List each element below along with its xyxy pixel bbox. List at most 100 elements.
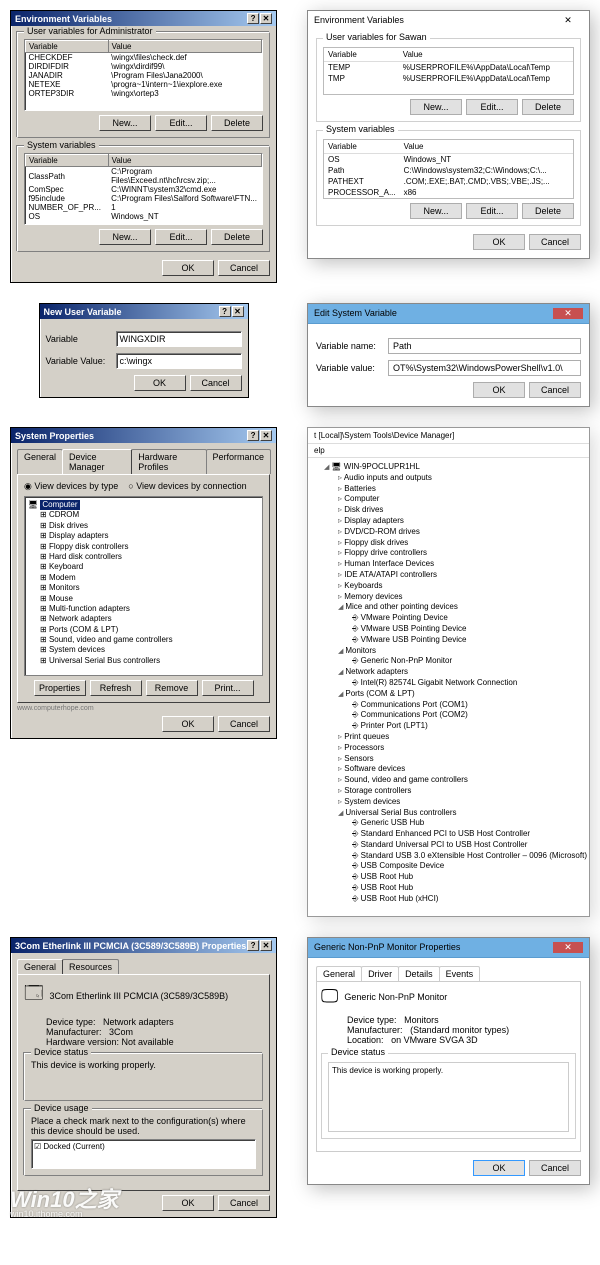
new-button[interactable]: New...	[99, 115, 151, 131]
close-icon[interactable]: ✕	[260, 13, 272, 24]
tree-item[interactable]: ⎆ Printer Port (LPT1)	[352, 721, 587, 732]
tree-item[interactable]: ⎆ VMware USB Pointing Device	[352, 635, 587, 646]
tree-item[interactable]: Keyboards	[338, 581, 587, 592]
table-row[interactable]: ORTEP3DIR\wingx\ortep3	[26, 89, 262, 98]
delete-button[interactable]: Delete	[211, 229, 263, 245]
tree-item[interactable]: Floppy disk controllers	[40, 542, 259, 552]
tree-item[interactable]: ⎆ VMware USB Pointing Device	[352, 624, 587, 635]
tree-item[interactable]: ⎆ USB Root Hub	[352, 872, 587, 883]
tree-item[interactable]: ⎆ Standard Universal PCI to USB Host Con…	[352, 840, 587, 851]
edit-button[interactable]: Edit...	[466, 99, 518, 115]
tree-item[interactable]: Storage controllers	[338, 786, 587, 797]
tree-item[interactable]: Print queues	[338, 732, 587, 743]
close-icon[interactable]: ✕	[553, 942, 583, 953]
usage-checkbox[interactable]: ☑ Docked (Current)	[34, 1142, 105, 1151]
tab-resources[interactable]: Resources	[62, 959, 119, 974]
new-button[interactable]: New...	[410, 203, 462, 219]
tree-item[interactable]: Disk drives	[40, 521, 259, 531]
properties-button[interactable]: Properties	[34, 680, 86, 696]
table-row[interactable]: TEMP%USERPROFILE%\AppData\Local\Temp	[324, 62, 573, 74]
tab-general[interactable]: General	[316, 966, 362, 981]
edit-button[interactable]: Edit...	[466, 203, 518, 219]
table-row[interactable]: JANADIR\Program Files\Jana2000\	[26, 71, 262, 80]
tree-item[interactable]: Mice and other pointing devices⎆ VMware …	[338, 602, 587, 645]
tab-details[interactable]: Details	[398, 966, 440, 981]
tree-item[interactable]: ⎆ USB Root Hub (xHCI)	[352, 894, 587, 905]
table-row[interactable]: f95includeC:\Program Files\Salford Softw…	[26, 194, 262, 203]
cancel-button[interactable]: Cancel	[218, 260, 270, 276]
tab-events[interactable]: Events	[439, 966, 481, 981]
ok-button[interactable]: OK	[473, 234, 525, 250]
delete-button[interactable]: Delete	[522, 203, 574, 219]
device-tree[interactable]: 🖥 Computer CDROMDisk drivesDisplay adapt…	[24, 496, 263, 676]
tree-item[interactable]: ⎆ Standard USB 3.0 eXtensible Host Contr…	[352, 851, 587, 862]
close-icon[interactable]: ✕	[260, 940, 272, 951]
table-row[interactable]: ClassPathC:\Program Files\Exceed.nt\hcl\…	[26, 167, 262, 186]
ok-button[interactable]: OK	[134, 375, 186, 391]
var-value-input[interactable]: OT%\System32\WindowsPowerShell\v1.0\	[388, 360, 581, 376]
tree-item[interactable]: Processors	[338, 743, 587, 754]
tab-performance[interactable]: Performance	[206, 449, 272, 474]
tree-item[interactable]: Network adapters	[40, 614, 259, 624]
table-row[interactable]: NUMBER_OF_PR...1	[26, 203, 262, 212]
tree-item[interactable]: Sound, video and game controllers	[338, 775, 587, 786]
tree-item[interactable]: ⎆ USB Composite Device	[352, 861, 587, 872]
table-row[interactable]: OSWindows_NT	[324, 154, 573, 166]
tree-item[interactable]: Ports (COM & LPT)	[40, 625, 259, 635]
tree-item[interactable]: Sensors	[338, 754, 587, 765]
cancel-button[interactable]: Cancel	[218, 1195, 270, 1211]
cancel-button[interactable]: Cancel	[529, 382, 581, 398]
var-value-input[interactable]: c:\wingx	[116, 353, 242, 369]
help-icon[interactable]: ?	[247, 430, 259, 441]
tree-item[interactable]: Display adapters	[338, 516, 587, 527]
refresh-button[interactable]: Refresh	[90, 680, 142, 696]
remove-button[interactable]: Remove	[146, 680, 198, 696]
radio-by-type[interactable]: View devices by type	[24, 481, 118, 492]
tree-item[interactable]: IDE ATA/ATAPI controllers	[338, 570, 587, 581]
tree-item[interactable]: Multi-function adapters	[40, 604, 259, 614]
cancel-button[interactable]: Cancel	[529, 1160, 581, 1176]
cancel-button[interactable]: Cancel	[218, 716, 270, 732]
var-name-input[interactable]: WINGXDIR	[116, 331, 242, 347]
new-button[interactable]: New...	[410, 99, 462, 115]
delete-button[interactable]: Delete	[522, 99, 574, 115]
cancel-button[interactable]: Cancel	[529, 234, 581, 250]
tree-item[interactable]: Mouse	[40, 594, 259, 604]
close-icon[interactable]: ✕	[553, 15, 583, 26]
tree-item[interactable]: ⎆ Communications Port (COM1)	[352, 700, 587, 711]
cancel-button[interactable]: Cancel	[190, 375, 242, 391]
tree-item[interactable]: Network adapters⎆ Intel(R) 82574L Gigabi…	[338, 667, 587, 689]
table-row[interactable]: DIRDIFDIR\wingx\dirdif99\	[26, 62, 262, 71]
tree-item[interactable]: Memory devices	[338, 592, 587, 603]
menu-bar[interactable]: elp	[308, 444, 589, 458]
tree-item[interactable]: CDROM	[40, 510, 259, 520]
device-tree[interactable]: 🖥 WIN-9POCLUPR1HL Audio inputs and outpu…	[308, 458, 589, 909]
ok-button[interactable]: OK	[162, 1195, 214, 1211]
tree-item[interactable]: ⎆ Generic Non-PnP Monitor	[352, 656, 587, 667]
tree-item[interactable]: System devices	[338, 797, 587, 808]
tree-item[interactable]: Audio inputs and outputs	[338, 473, 587, 484]
tree-item[interactable]: Monitors	[40, 583, 259, 593]
var-name-input[interactable]: Path	[388, 338, 581, 354]
tree-item[interactable]: Disk drives	[338, 505, 587, 516]
tree-item[interactable]: Computer	[338, 494, 587, 505]
tab-device-manager[interactable]: Device Manager	[62, 449, 132, 474]
edit-button[interactable]: Edit...	[155, 229, 207, 245]
tab-general[interactable]: General	[17, 449, 63, 474]
tree-item[interactable]: Hard disk controllers	[40, 552, 259, 562]
table-row[interactable]: CHECKDEF\wingx\files\check.def	[26, 53, 262, 63]
tree-item[interactable]: Floppy drive controllers	[338, 548, 587, 559]
print-button[interactable]: Print...	[202, 680, 254, 696]
tree-item[interactable]: Software devices	[338, 764, 587, 775]
tree-item[interactable]: ⎆ Standard Enhanced PCI to USB Host Cont…	[352, 829, 587, 840]
tree-item[interactable]: ⎆ USB Root Hub	[352, 883, 587, 894]
tree-item[interactable]: ⎆ VMware Pointing Device	[352, 613, 587, 624]
user-vars-list[interactable]: Variable Value TEMP%USERPROFILE%\AppData…	[323, 47, 574, 95]
tree-item[interactable]: Human Interface Devices	[338, 559, 587, 570]
ok-button[interactable]: OK	[162, 260, 214, 276]
tree-item[interactable]: Ports (COM & LPT)⎆ Communications Port (…	[338, 689, 587, 732]
sys-vars-list[interactable]: Variable Value OSWindows_NTPathC:\Window…	[323, 139, 574, 199]
table-row[interactable]: TMP%USERPROFILE%\AppData\Local\Temp	[324, 73, 573, 84]
radio-by-connection[interactable]: View devices by connection	[128, 481, 246, 492]
tree-item[interactable]: Modem	[40, 573, 259, 583]
